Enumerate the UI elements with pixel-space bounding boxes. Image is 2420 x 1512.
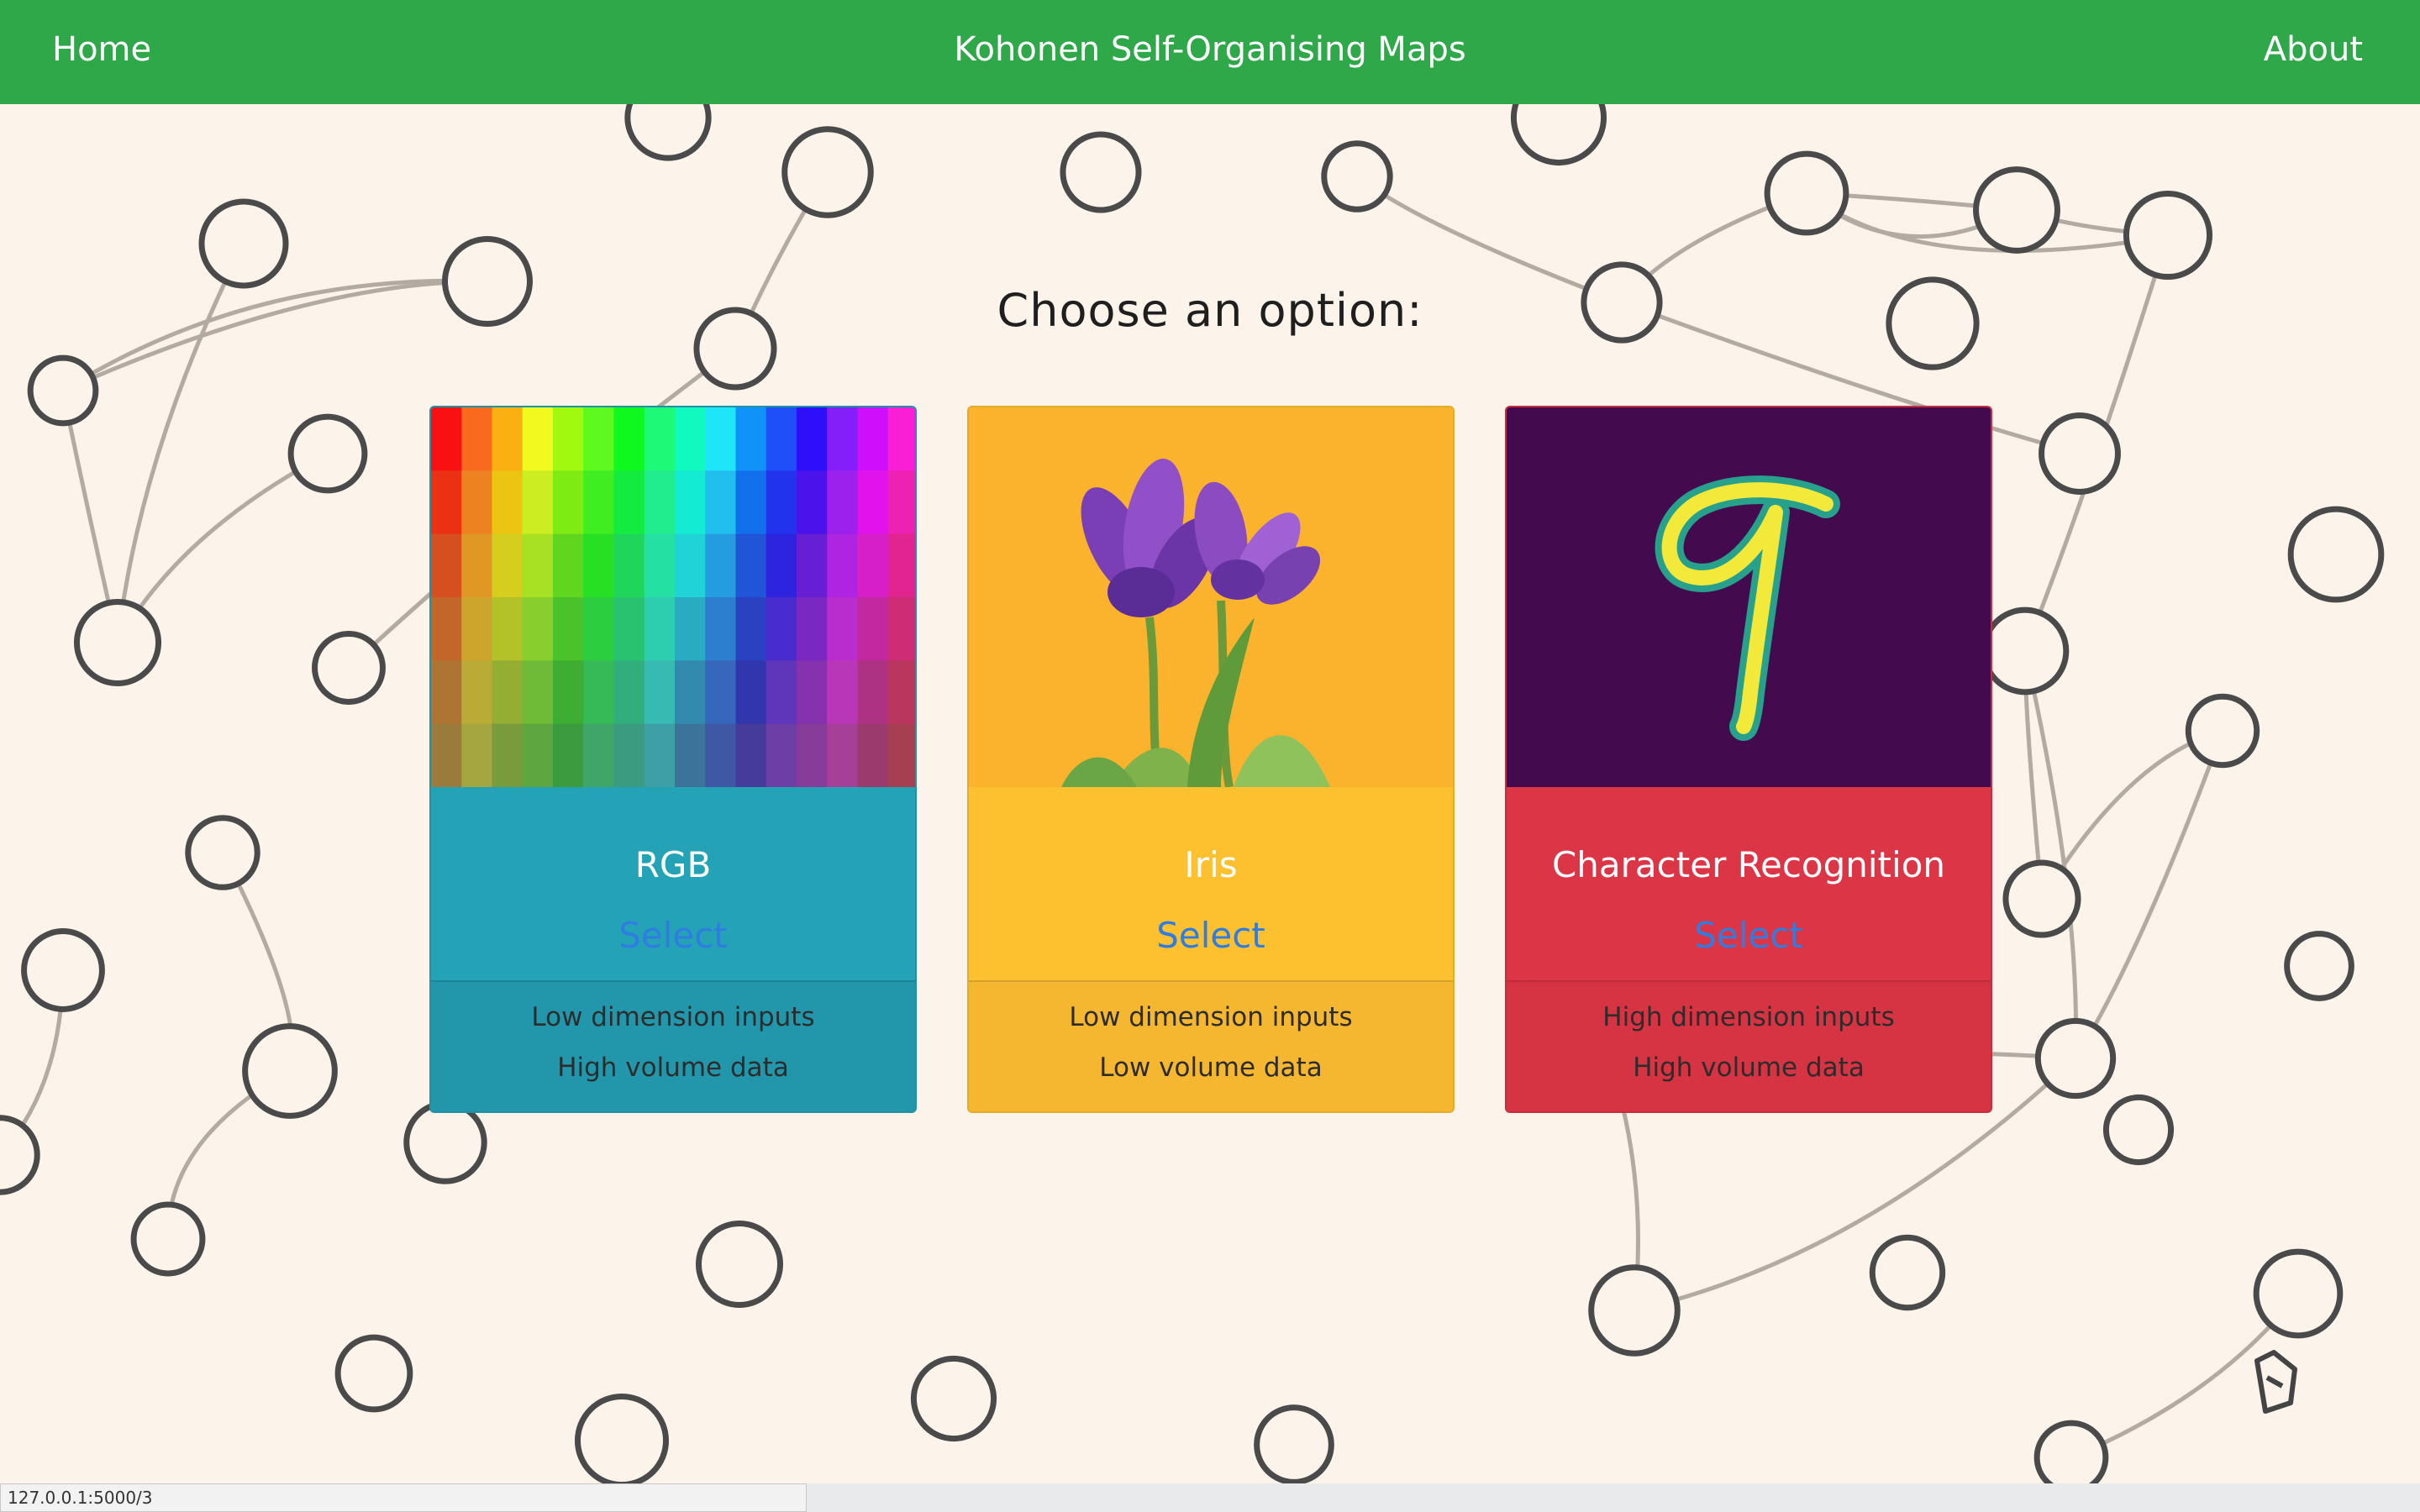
nav-title: Kohonen Self-Organising Maps xyxy=(954,30,1466,69)
card-volume-text: High volume data xyxy=(557,1053,789,1083)
iris-flower-image xyxy=(969,407,1453,787)
card-volume-text: Low volume data xyxy=(1099,1053,1323,1083)
select-link-character-recognition[interactable]: Select xyxy=(1507,915,1991,956)
option-card-iris: Iris Select Low dimension inputs Low vol… xyxy=(967,406,1455,1113)
card-dimension-text: Low dimension inputs xyxy=(1069,1002,1353,1032)
handwritten-digit-image xyxy=(1507,407,1991,787)
option-card-rgb: RGB Select Low dimension inputs High vol… xyxy=(429,406,917,1113)
card-footer xyxy=(969,980,1453,1111)
card-footer xyxy=(1507,980,1991,1111)
rgb-color-grid-image xyxy=(431,407,915,787)
card-title: RGB xyxy=(634,844,712,885)
card-dimension-text: Low dimension inputs xyxy=(531,1002,815,1032)
navbar: Home Kohonen Self-Organising Maps About xyxy=(0,0,2420,104)
select-link-iris[interactable]: Select xyxy=(969,915,1453,956)
browser-status-url: 127.0.0.1:5000/3 xyxy=(0,1483,807,1512)
select-link-rgb[interactable]: Select xyxy=(431,915,915,956)
hand-drawn-pointer-icon xyxy=(2254,1350,2297,1414)
page-heading: Choose an option: xyxy=(997,284,1423,337)
nav-about-link[interactable]: About xyxy=(2264,30,2363,69)
card-footer xyxy=(431,980,915,1111)
card-dimension-text: High dimension inputs xyxy=(1602,1002,1895,1032)
card-volume-text: High volume data xyxy=(1633,1053,1865,1083)
option-card-character-recognition: Character Recognition Select High dimens… xyxy=(1505,406,1992,1113)
browser-status-bar xyxy=(807,1483,2420,1512)
card-title: Iris xyxy=(1184,844,1238,885)
card-title: Character Recognition xyxy=(1551,844,1946,885)
